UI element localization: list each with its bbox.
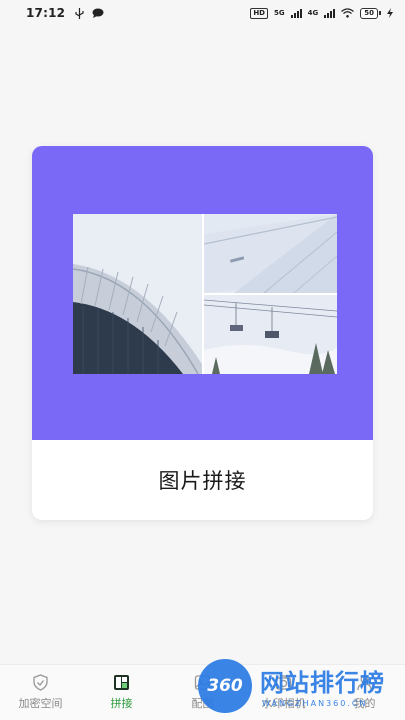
nav-item-watermark-camera[interactable]: 水印相机 <box>243 665 324 720</box>
battery-level: 50 <box>360 7 378 19</box>
nav-label-collage: 拼接 <box>110 697 133 710</box>
collage-photo-ski-lift <box>204 295 337 374</box>
collage-photo-wing <box>204 214 337 293</box>
card-banner <box>32 146 373 440</box>
nav-item-encrypted-space[interactable]: 加密空间 <box>0 665 81 720</box>
camera-icon <box>275 675 292 690</box>
bottom-nav: 加密空间 拼接 配图 水印相机 我的 <box>0 664 405 720</box>
battery-icon: 50 <box>360 7 381 19</box>
nav-label-encrypted-space: 加密空间 <box>18 697 63 710</box>
hd-badge: HD <box>250 7 268 19</box>
nav-item-images[interactable]: 配图 <box>162 665 243 720</box>
card-title: 图片拼接 <box>158 469 247 493</box>
collage-photo-building <box>73 214 202 374</box>
nav-item-profile[interactable]: 我的 <box>324 665 405 720</box>
collage-preview-image <box>73 214 337 374</box>
nav-item-collage[interactable]: 拼接 <box>81 665 162 720</box>
nav-label-images: 配图 <box>191 697 214 710</box>
nav-label-profile: 我的 <box>353 697 376 710</box>
charging-icon <box>387 8 393 18</box>
chat-bubble-icon <box>92 8 104 18</box>
card-footer: 图片拼接 <box>32 440 373 520</box>
collage-icon <box>114 675 129 690</box>
wifi-icon <box>341 8 355 18</box>
signal-icon <box>290 8 302 18</box>
shield-icon <box>33 674 48 691</box>
usb-icon <box>75 7 84 19</box>
net-4g-label: 4G <box>307 9 319 17</box>
nav-label-watermark-camera: 水印相机 <box>261 697 306 710</box>
user-icon <box>357 675 372 691</box>
net-5g-label: 5G <box>274 9 285 17</box>
status-time: 17:12 <box>26 6 66 20</box>
status-bar: 17:12 HD 5G 4G 50 <box>0 0 405 26</box>
image-icon <box>194 675 211 690</box>
signal-icon-2 <box>324 8 336 18</box>
collage-feature-card[interactable]: 图片拼接 <box>32 146 373 520</box>
